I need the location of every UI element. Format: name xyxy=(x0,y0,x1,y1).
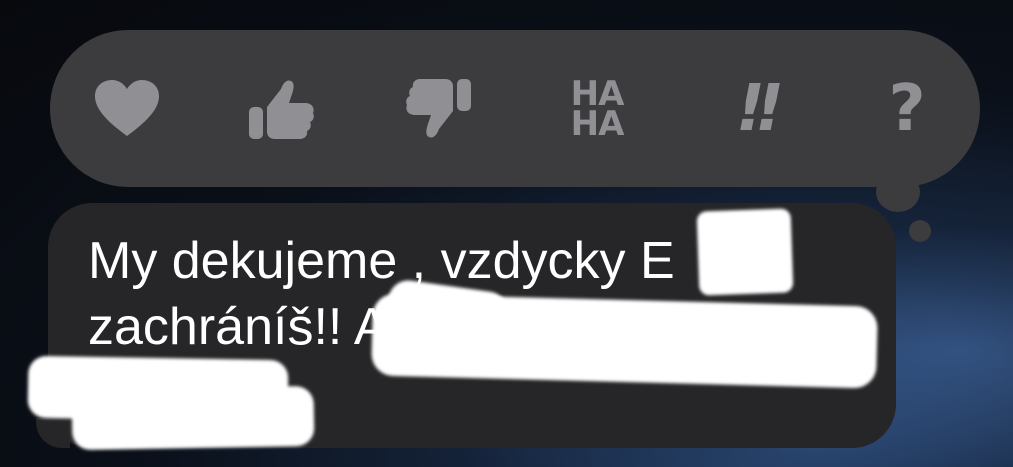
reaction-thumbs-down-button[interactable] xyxy=(400,70,478,148)
exclamation-icon: !! xyxy=(735,72,784,146)
heart-icon xyxy=(95,80,159,136)
question-icon: ? xyxy=(888,72,926,146)
reaction-thumbs-up-button[interactable] xyxy=(242,70,320,148)
reaction-haha-button[interactable]: HA HA xyxy=(558,70,636,148)
reaction-emphasize-button[interactable]: !! xyxy=(716,70,794,148)
haha-line-2: HA xyxy=(570,104,625,144)
redaction-mark xyxy=(71,385,315,451)
redaction-mark xyxy=(696,208,794,296)
reaction-heart-button[interactable] xyxy=(88,70,166,148)
haha-icon: HA HA xyxy=(570,77,625,144)
tapback-tail-bubble xyxy=(876,172,920,212)
thumbs-down-icon xyxy=(406,79,471,138)
thumbs-up-icon xyxy=(249,80,314,139)
reaction-question-button[interactable]: ? xyxy=(868,70,946,148)
tapback-bar xyxy=(50,30,980,187)
tapback-tail-dot xyxy=(909,220,931,242)
